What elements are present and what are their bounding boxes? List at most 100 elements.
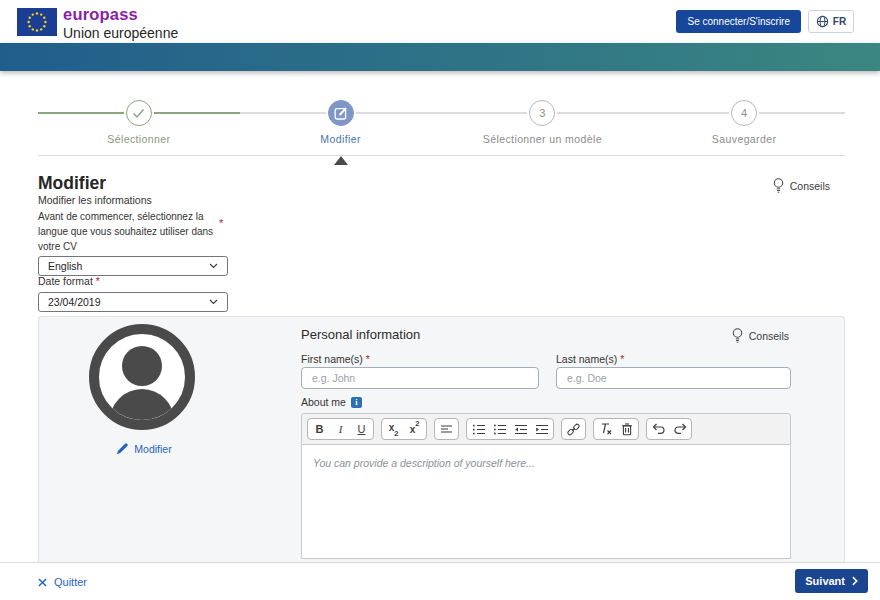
brand-subtitle: Union européenne — [63, 25, 178, 41]
lightbulb-icon — [732, 328, 743, 343]
about-me-label: About me i — [301, 396, 362, 408]
login-button[interactable]: Se connecter/S'inscrire — [676, 10, 801, 33]
connector — [442, 112, 528, 114]
align-button[interactable] — [436, 419, 457, 439]
europass-cv-editor: europass Union européenne Se connecter/S… — [0, 0, 880, 600]
tips-label: Conseils — [790, 180, 830, 192]
step-edit-circle — [328, 100, 354, 126]
connector — [759, 112, 845, 114]
connector — [38, 112, 124, 114]
section-title: Personal information — [301, 327, 420, 342]
language-select-label: Avant de commencer, sélectionnez la lang… — [38, 209, 224, 254]
bold-button[interactable]: B — [309, 419, 330, 439]
next-button[interactable]: Suivant — [795, 569, 868, 593]
step-save[interactable]: 4 Sauvegarder — [643, 100, 845, 145]
step-label: Sélectionner un modèle — [483, 133, 602, 145]
cv-language-value: English — [48, 260, 82, 272]
date-format-label: Date format * — [38, 275, 100, 287]
step-select[interactable]: Sélectionner — [38, 100, 240, 145]
step-select-circle — [126, 100, 152, 126]
step-save-circle: 4 — [731, 100, 757, 126]
required-marker: * — [96, 275, 100, 287]
date-format-select[interactable]: 23/04/2019 — [38, 292, 228, 312]
pencil-icon — [116, 443, 128, 455]
step-label: Sauvegarder — [712, 133, 777, 145]
chevron-down-icon — [209, 299, 218, 305]
stepper-divider — [38, 155, 845, 156]
redo-button[interactable] — [669, 419, 690, 439]
page-title: Modifier — [38, 173, 106, 194]
language-button[interactable]: FR — [808, 10, 854, 33]
brand: europass Union européenne — [63, 5, 178, 41]
link-group — [561, 418, 586, 440]
close-icon — [38, 578, 47, 587]
format-group: B I U — [307, 418, 374, 440]
ordered-list-button[interactable] — [468, 419, 489, 439]
clear-formatting-button[interactable] — [595, 419, 616, 439]
tips-label: Conseils — [749, 330, 789, 342]
link-button[interactable] — [563, 419, 584, 439]
align-group — [434, 418, 459, 440]
info-icon[interactable]: i — [351, 397, 362, 408]
clear-group — [593, 418, 639, 440]
edit-icon — [334, 106, 348, 120]
underline-button[interactable]: U — [351, 419, 372, 439]
language-code: FR — [833, 16, 846, 27]
tips-link[interactable]: Conseils — [732, 328, 789, 343]
cv-language-select[interactable]: English — [38, 256, 228, 276]
connector — [356, 112, 442, 114]
outdent-button[interactable] — [510, 419, 531, 439]
next-label: Suivant — [805, 575, 845, 587]
about-me-editor[interactable] — [301, 445, 791, 559]
connector — [154, 112, 240, 114]
history-group — [646, 418, 692, 440]
personal-information-panel: Modifier Personal information Conseils F… — [38, 316, 845, 562]
step-template-circle: 3 — [529, 100, 555, 126]
header: europass Union européenne Se connecter/S… — [0, 0, 880, 43]
page-subtitle: Modifier les informations — [38, 194, 152, 206]
first-name-label: First name(s) * — [301, 353, 370, 365]
footer: Quitter Suivant — [0, 562, 880, 600]
tips-link[interactable]: Conseils — [773, 178, 830, 193]
connector — [643, 112, 729, 114]
stepper: Sélectionner Modifier 3 Sélectionner un … — [38, 100, 845, 145]
italic-button[interactable]: I — [330, 419, 351, 439]
superscript-button[interactable]: x2 — [404, 419, 425, 439]
rich-text-toolbar: B I U x2 x2 — [301, 413, 791, 445]
step-edit[interactable]: Modifier — [240, 100, 442, 145]
chevron-down-icon — [209, 263, 218, 269]
step-label: Sélectionner — [107, 133, 170, 145]
list-group — [466, 418, 554, 440]
edit-photo-link[interactable]: Modifier — [39, 443, 249, 455]
active-step-indicator — [334, 156, 348, 165]
profile-photo-placeholder — [89, 324, 195, 430]
step-label: Modifier — [320, 133, 361, 145]
script-group: x2 x2 — [381, 418, 427, 440]
last-name-label: Last name(s) * — [556, 353, 624, 365]
date-format-value: 23/04/2019 — [48, 296, 101, 308]
globe-icon — [816, 15, 829, 28]
quit-label: Quitter — [54, 576, 87, 588]
check-icon — [132, 108, 145, 119]
eu-flag-icon — [17, 8, 57, 36]
quit-link[interactable]: Quitter — [38, 576, 87, 588]
person-icon — [89, 324, 195, 430]
undo-button[interactable] — [648, 419, 669, 439]
subscript-button[interactable]: x2 — [383, 419, 404, 439]
lightbulb-icon — [773, 178, 784, 193]
brand-name: europass — [63, 5, 178, 24]
connector — [557, 112, 643, 114]
connector — [240, 112, 326, 114]
step-template[interactable]: 3 Sélectionner un modèle — [442, 100, 644, 145]
required-marker: * — [620, 353, 624, 365]
edit-photo-label: Modifier — [134, 443, 171, 455]
indent-button[interactable] — [531, 419, 552, 439]
chevron-right-icon — [852, 576, 858, 586]
accent-banner — [0, 43, 880, 71]
bullet-list-button[interactable] — [489, 419, 510, 439]
first-name-input[interactable] — [301, 367, 539, 389]
required-marker: * — [219, 217, 223, 229]
delete-button[interactable] — [616, 419, 637, 439]
required-marker: * — [366, 353, 370, 365]
last-name-input[interactable] — [556, 367, 791, 389]
